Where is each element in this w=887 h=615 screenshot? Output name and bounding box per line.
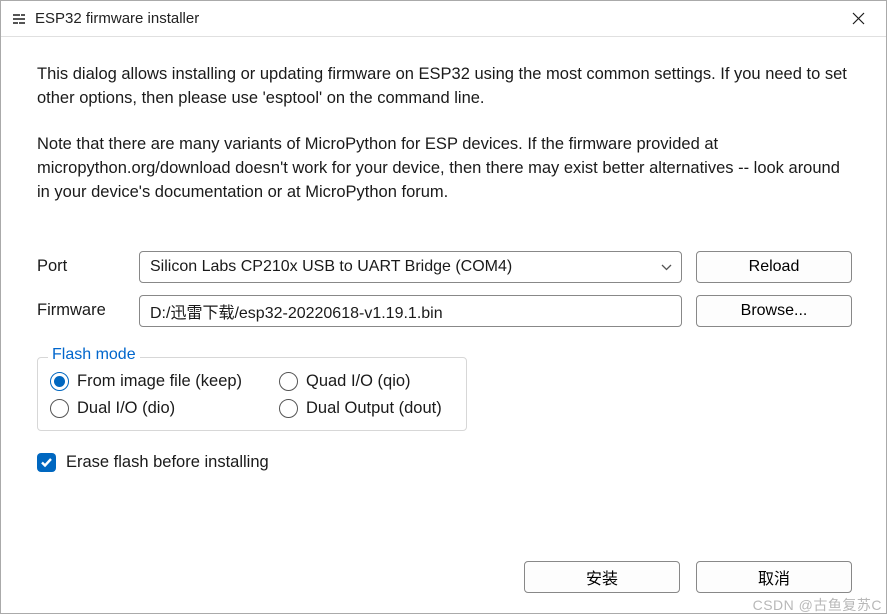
cancel-button[interactable]: 取消 xyxy=(696,561,852,593)
flash-mode-option-keep[interactable]: From image file (keep) xyxy=(50,372,275,391)
radio-icon xyxy=(279,372,298,391)
intro-paragraph-2: Note that there are many variants of Mic… xyxy=(37,133,852,205)
close-icon xyxy=(852,12,865,25)
firmware-row: Firmware Browse... xyxy=(37,295,852,327)
form-area: Port Silicon Labs CP210x USB to UART Bri… xyxy=(37,251,852,339)
radio-label: Dual I/O (dio) xyxy=(77,399,175,418)
intro-text: This dialog allows installing or updatin… xyxy=(37,63,852,205)
dialog-footer: 安装 取消 xyxy=(37,545,852,613)
browse-button[interactable]: Browse... xyxy=(696,295,852,327)
app-icon xyxy=(11,11,27,27)
radio-label: From image file (keep) xyxy=(77,372,242,391)
dialog-window: ESP32 firmware installer This dialog all… xyxy=(0,0,887,614)
port-select[interactable]: Silicon Labs CP210x USB to UART Bridge (… xyxy=(139,251,682,283)
radio-label: Dual Output (dout) xyxy=(306,399,442,418)
titlebar: ESP32 firmware installer xyxy=(1,1,886,37)
flash-mode-options: From image file (keep) Quad I/O (qio) Du… xyxy=(50,372,454,418)
install-button[interactable]: 安装 xyxy=(524,561,680,593)
erase-flash-checkbox[interactable]: Erase flash before installing xyxy=(37,453,852,472)
checkbox-icon xyxy=(37,453,56,472)
dialog-content: This dialog allows installing or updatin… xyxy=(1,37,886,613)
port-select-value: Silicon Labs CP210x USB to UART Bridge (… xyxy=(150,258,512,276)
flash-mode-option-qio[interactable]: Quad I/O (qio) xyxy=(279,372,454,391)
firmware-input[interactable] xyxy=(139,295,682,327)
flash-mode-fieldset: Flash mode From image file (keep) Quad I… xyxy=(37,357,467,431)
port-row: Port Silicon Labs CP210x USB to UART Bri… xyxy=(37,251,852,283)
port-select-wrap: Silicon Labs CP210x USB to UART Bridge (… xyxy=(139,251,682,283)
radio-label: Quad I/O (qio) xyxy=(306,372,411,391)
erase-flash-label: Erase flash before installing xyxy=(66,453,269,472)
intro-paragraph-1: This dialog allows installing or updatin… xyxy=(37,63,852,111)
radio-icon xyxy=(279,399,298,418)
radio-icon xyxy=(50,372,69,391)
flash-mode-legend: Flash mode xyxy=(48,346,140,364)
firmware-label: Firmware xyxy=(37,301,125,320)
flash-mode-option-dout[interactable]: Dual Output (dout) xyxy=(279,399,454,418)
flash-mode-option-dio[interactable]: Dual I/O (dio) xyxy=(50,399,275,418)
radio-icon xyxy=(50,399,69,418)
port-label: Port xyxy=(37,257,125,276)
window-title: ESP32 firmware installer xyxy=(35,10,838,27)
close-button[interactable] xyxy=(838,4,878,34)
reload-button[interactable]: Reload xyxy=(696,251,852,283)
